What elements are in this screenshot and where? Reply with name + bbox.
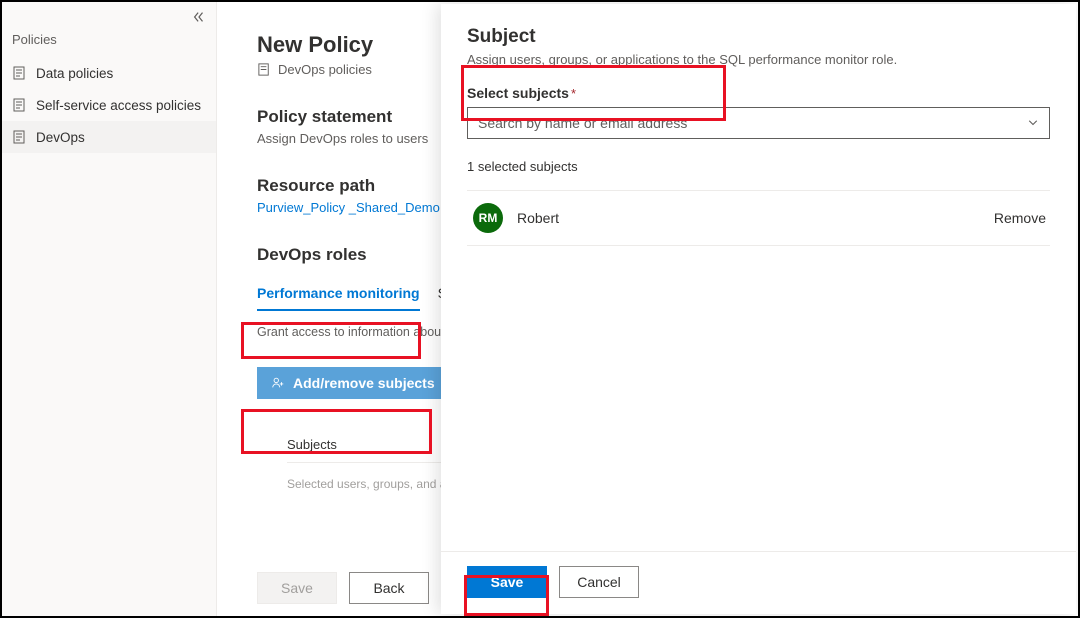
sidebar-item-label: DevOps <box>36 130 85 145</box>
panel-title: Subject <box>467 26 1050 48</box>
sidebar-item-label: Data policies <box>36 66 113 81</box>
selected-count: 1 selected subjects <box>467 159 1050 174</box>
policy-icon <box>12 97 28 113</box>
sidebar: Policies Data policies Self-service acce… <box>2 2 217 616</box>
sidebar-title: Policies <box>2 24 216 57</box>
cancel-button[interactable]: Cancel <box>559 566 639 598</box>
subject-row: RM Robert Remove <box>467 190 1050 246</box>
sidebar-item-devops[interactable]: DevOps <box>2 121 216 153</box>
remove-subject-button[interactable]: Remove <box>994 210 1050 226</box>
sidebar-item-label: Self-service access policies <box>36 98 201 113</box>
sidebar-item-data-policies[interactable]: Data policies <box>2 57 216 89</box>
sidebar-collapse-button[interactable] <box>2 10 216 24</box>
required-asterisk: * <box>571 86 576 101</box>
search-placeholder: Search by name or email address <box>478 115 1027 131</box>
policy-icon <box>12 129 28 145</box>
add-remove-subjects-label: Add/remove subjects <box>293 375 435 391</box>
avatar: RM <box>473 203 503 233</box>
person-add-icon <box>271 376 285 390</box>
tab-performance-monitoring[interactable]: Performance monitoring <box>257 279 420 311</box>
policy-icon <box>257 62 272 77</box>
save-button-main: Save <box>257 572 337 604</box>
subject-search-input[interactable]: Search by name or email address <box>467 107 1050 139</box>
subject-name: Robert <box>517 210 994 226</box>
panel-subtitle: Assign users, groups, or applications to… <box>467 52 1050 67</box>
add-remove-subjects-button[interactable]: Add/remove subjects <box>257 367 449 399</box>
panel-footer: Save Cancel <box>441 551 1076 614</box>
policy-icon <box>12 65 28 81</box>
breadcrumb-label: DevOps policies <box>278 62 372 77</box>
sidebar-item-self-service[interactable]: Self-service access policies <box>2 89 216 121</box>
chevron-down-icon <box>1027 117 1039 129</box>
save-button[interactable]: Save <box>467 566 547 598</box>
chevron-double-left-icon <box>192 10 206 24</box>
subject-panel: Subject Assign users, groups, or applica… <box>441 4 1076 614</box>
select-subjects-label: Select subjects <box>467 85 569 101</box>
back-button[interactable]: Back <box>349 572 429 604</box>
